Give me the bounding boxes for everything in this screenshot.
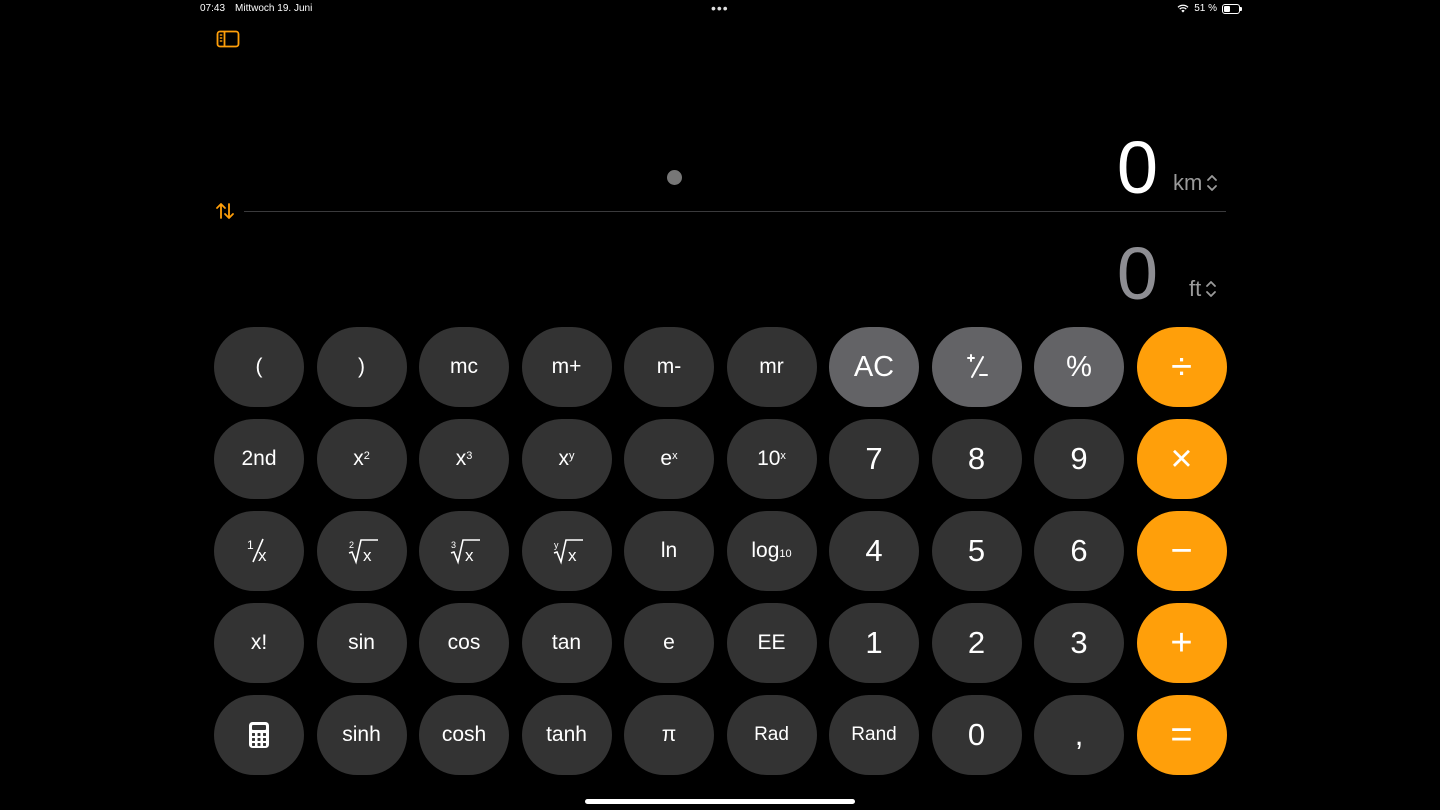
nth-root-icon: y x (553, 539, 583, 565)
ten-power-button[interactable]: 10 x (726, 419, 817, 499)
bottom-unit-selector[interactable]: ft (1189, 276, 1217, 302)
sidebar-icon (216, 30, 240, 48)
log10-button[interactable]: log 10 (726, 511, 817, 591)
plus-minus-icon (966, 354, 988, 378)
percent-button[interactable]: % (1034, 327, 1124, 407)
exp-button[interactable]: ex (624, 419, 714, 499)
svg-text:x: x (363, 546, 372, 565)
top-unit-selector[interactable]: km (1173, 170, 1218, 196)
random-button[interactable]: Rand (829, 695, 919, 775)
digit-1-button[interactable]: 1 (829, 603, 919, 683)
reciprocal-icon: 1 x (247, 538, 267, 565)
status-bar-left: 07:43 Mittwoch 19. Juni (200, 3, 312, 14)
digit-9-button[interactable]: 9 (1034, 419, 1124, 499)
tanh-button[interactable]: tanh (521, 695, 612, 775)
subtract-button[interactable]: − (1136, 511, 1227, 591)
add-button[interactable]: + (1136, 603, 1227, 683)
battery-icon (1222, 3, 1242, 14)
memory-add-button[interactable]: m+ (521, 327, 612, 407)
sin-button[interactable]: sin (316, 603, 407, 683)
top-unit-label: km (1173, 170, 1203, 195)
power-button[interactable]: xy (521, 419, 612, 499)
square-root-icon: 2 x (348, 539, 378, 565)
cosh-button[interactable]: cosh (419, 695, 509, 775)
keypad: ( ) mc m+ m- mr AC % ÷ 2nd x2 x3 xy ex 1… (214, 327, 1227, 775)
digit-2-button[interactable]: 2 (931, 603, 1022, 683)
pi-button[interactable]: π (624, 695, 714, 775)
sinh-button[interactable]: sinh (316, 695, 407, 775)
bottom-value-display: 0 (1116, 232, 1158, 315)
square-button[interactable]: x2 (316, 419, 407, 499)
multitasking-dots[interactable]: ••• (711, 0, 729, 16)
digit-8-button[interactable]: 8 (931, 419, 1022, 499)
all-clear-button[interactable]: AC (829, 327, 919, 407)
page-indicator-dot (667, 170, 682, 185)
battery-percent: 51 % (1194, 3, 1217, 14)
nth-root-button[interactable]: y x (521, 511, 612, 591)
svg-text:y: y (554, 540, 559, 550)
svg-text:x: x (258, 546, 267, 565)
digit-5-button[interactable]: 5 (931, 511, 1022, 591)
svg-text:x: x (568, 546, 577, 565)
display-divider (244, 211, 1226, 212)
open-paren-button[interactable]: ( (214, 327, 304, 407)
calculator-icon (249, 722, 269, 748)
cube-button[interactable]: x3 (419, 419, 509, 499)
chevron-up-down-icon (1207, 175, 1218, 191)
memory-subtract-button[interactable]: m- (624, 327, 714, 407)
factorial-button[interactable]: x! (214, 603, 304, 683)
status-date: Mittwoch 19. Juni (235, 3, 313, 14)
swap-units-button[interactable] (214, 200, 236, 222)
natural-log-button[interactable]: ln (624, 511, 714, 591)
svg-text:2: 2 (349, 540, 354, 550)
memory-recall-button[interactable]: mr (726, 327, 817, 407)
second-function-button[interactable]: 2nd (214, 419, 304, 499)
multiply-button[interactable]: × (1136, 419, 1227, 499)
plus-minus-button[interactable] (931, 327, 1022, 407)
wifi-icon (1177, 4, 1189, 13)
rad-deg-toggle-button[interactable]: Rad (726, 695, 817, 775)
tan-button[interactable]: tan (521, 603, 612, 683)
digit-0-button[interactable]: 0 (931, 695, 1022, 775)
calculator-mode-button[interactable] (214, 695, 304, 775)
top-value-display: 0 (1116, 126, 1158, 209)
svg-text:3: 3 (451, 540, 456, 550)
close-paren-button[interactable]: ) (316, 327, 407, 407)
reciprocal-button[interactable]: 1 x (214, 511, 304, 591)
status-time: 07:43 (200, 3, 226, 14)
sidebar-toggle-button[interactable] (216, 30, 240, 48)
digit-6-button[interactable]: 6 (1034, 511, 1124, 591)
svg-text:x: x (465, 546, 474, 565)
decimal-comma-button[interactable]: , (1034, 695, 1124, 775)
cube-root-icon: 3 x (450, 539, 480, 565)
divide-button[interactable]: ÷ (1136, 327, 1227, 407)
cos-button[interactable]: cos (419, 603, 509, 683)
digit-3-button[interactable]: 3 (1034, 603, 1124, 683)
digit-4-button[interactable]: 4 (829, 511, 919, 591)
euler-constant-button[interactable]: e (624, 603, 714, 683)
swap-arrows-icon (216, 203, 234, 219)
square-root-button[interactable]: 2 x (316, 511, 407, 591)
memory-clear-button[interactable]: mc (419, 327, 509, 407)
svg-text:1: 1 (247, 538, 254, 552)
ee-button[interactable]: EE (726, 603, 817, 683)
bottom-unit-label: ft (1189, 276, 1202, 301)
status-bar-right: 51 % (1177, 3, 1242, 14)
chevron-up-down-icon (1206, 281, 1217, 297)
cube-root-button[interactable]: 3 x (419, 511, 509, 591)
equals-button[interactable]: = (1136, 695, 1227, 775)
digit-7-button[interactable]: 7 (829, 419, 919, 499)
home-indicator[interactable] (585, 799, 855, 804)
